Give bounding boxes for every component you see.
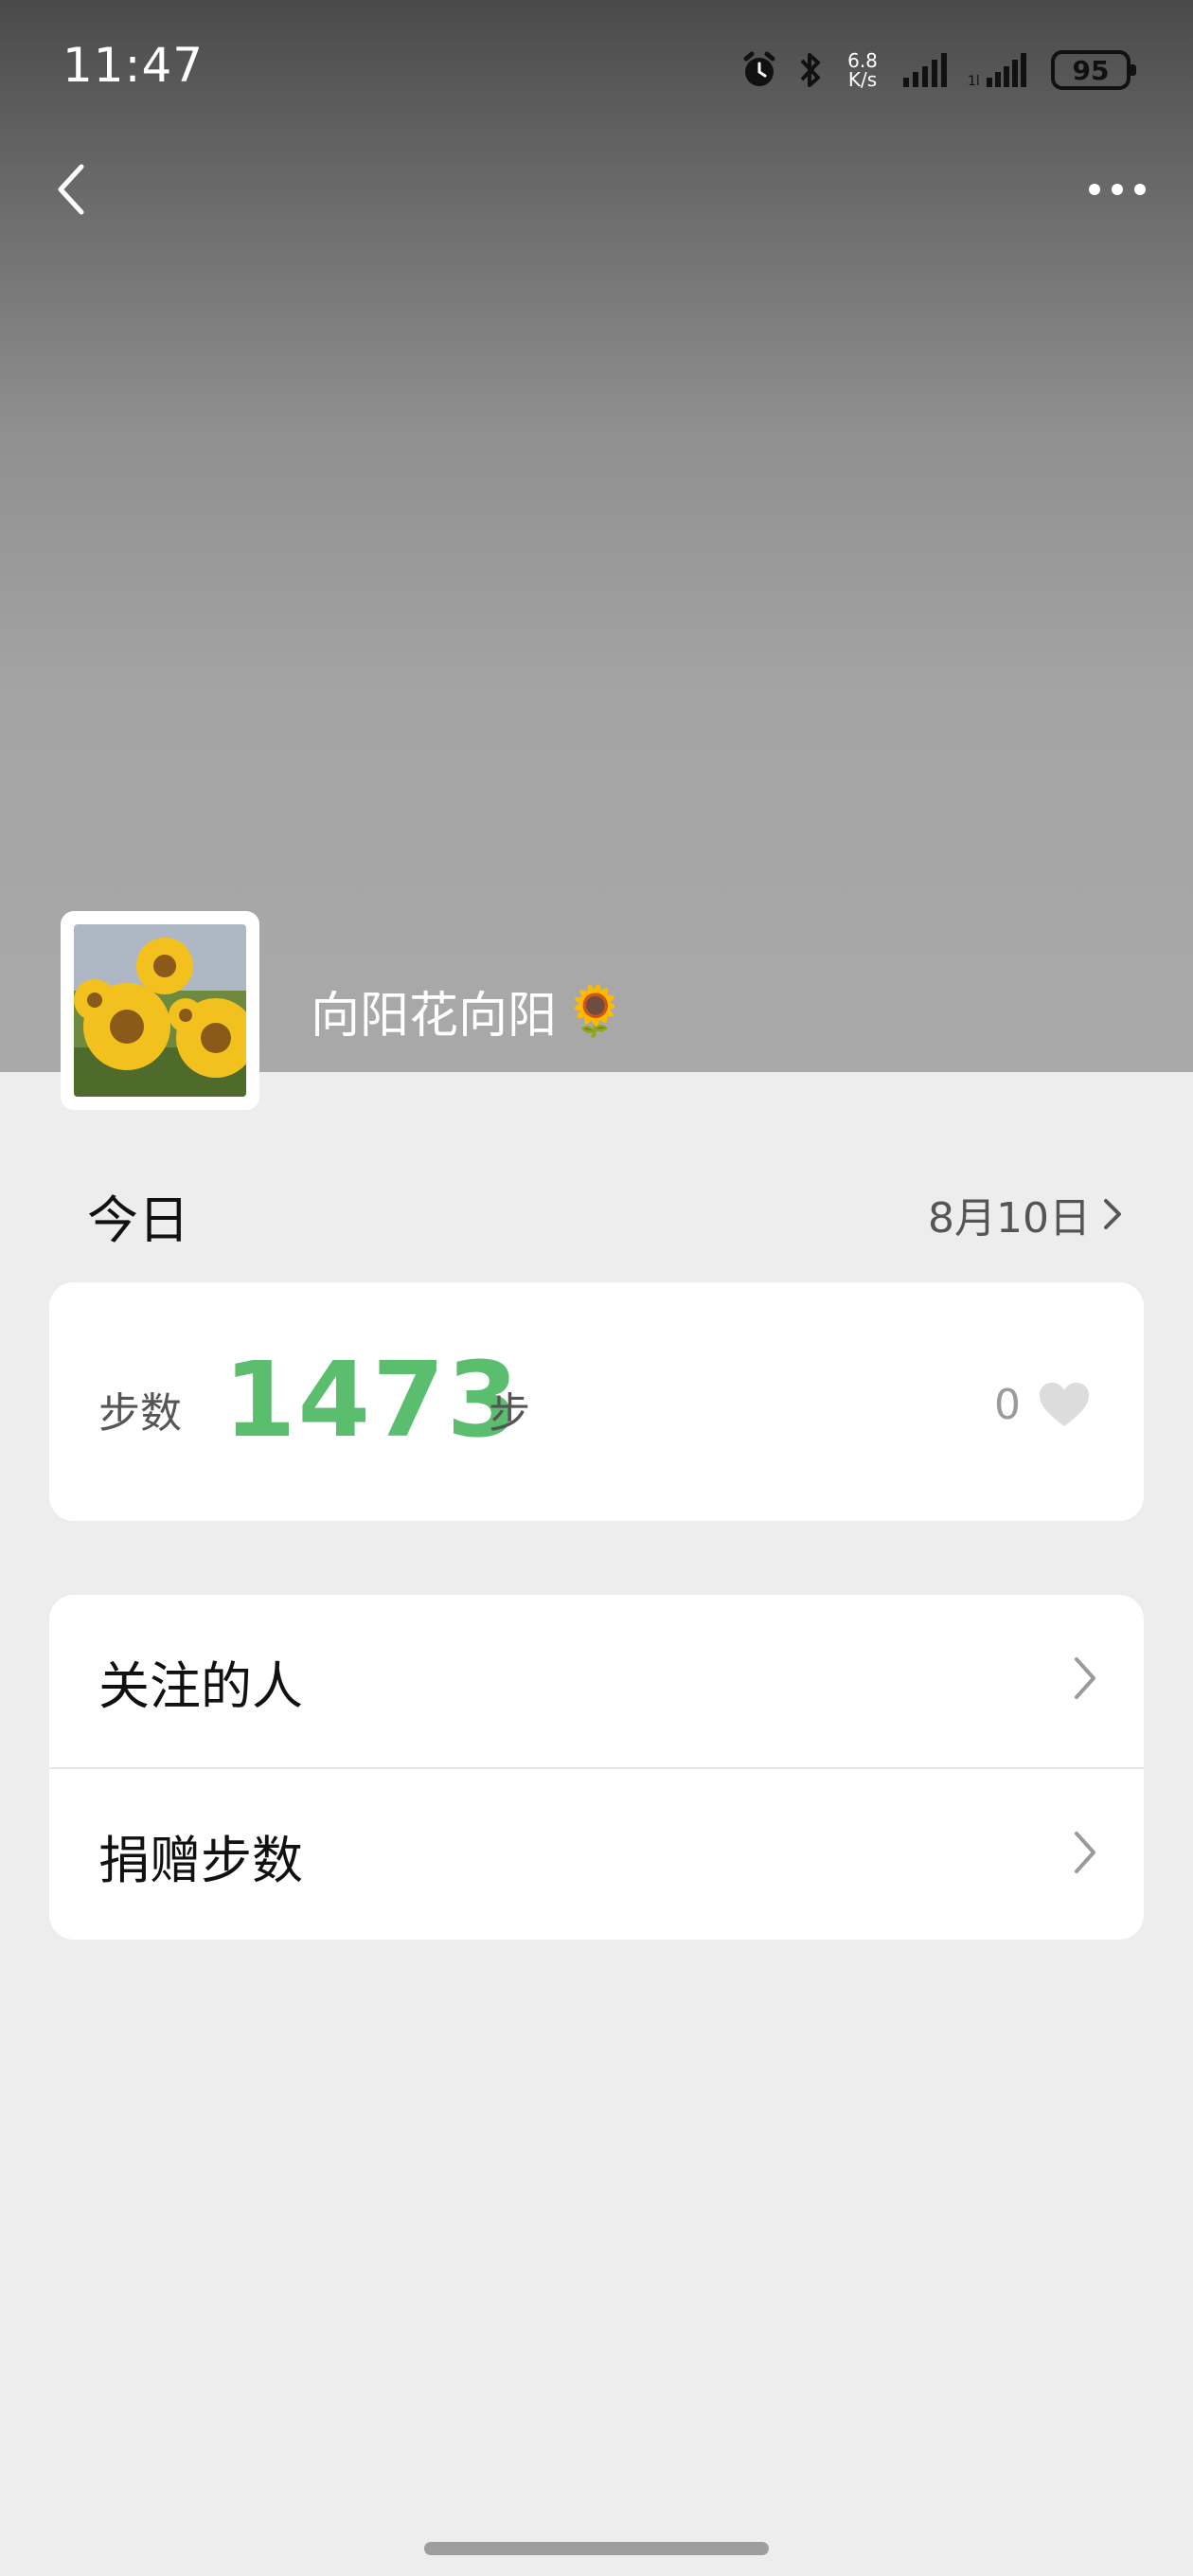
- step-label: 步数: [98, 1389, 182, 1438]
- menu-item-donate-steps[interactable]: 捐赠步数: [49, 1769, 1144, 1940]
- bluetooth-icon: [800, 53, 820, 87]
- step-unit: 步: [489, 1389, 530, 1438]
- date-text: 8月10日: [928, 1194, 1091, 1243]
- menu-item-label: 捐赠步数: [98, 1830, 303, 1890]
- chevron-left-icon: [58, 164, 84, 215]
- battery-indicator: 95: [1051, 50, 1136, 90]
- signal-icon: [903, 53, 947, 87]
- date-selector[interactable]: 8月10日: [928, 1184, 1123, 1244]
- sunflower-avatar-image: [74, 924, 246, 1097]
- menu-item-following[interactable]: 关注的人: [49, 1595, 1144, 1767]
- network-speed: 6.8 K/s: [847, 49, 878, 91]
- username: 向阳花向阳 🌻: [311, 975, 626, 1046]
- like-button[interactable]: [1038, 1381, 1091, 1432]
- like-count: 0: [994, 1381, 1021, 1429]
- signal-icon: 1l: [968, 53, 1026, 89]
- chevron-right-icon: [1075, 1657, 1095, 1699]
- menu-item-label: 关注的人: [98, 1655, 303, 1716]
- home-indicator[interactable]: [424, 2542, 769, 2555]
- chevron-right-icon: [1075, 1832, 1095, 1873]
- step-card: 步数 1473 步 0: [49, 1282, 1144, 1521]
- chevron-right-icon: [1104, 1199, 1121, 1229]
- status-time: 11:47: [62, 38, 205, 93]
- sunflower-emoji: 🌻: [564, 983, 626, 1040]
- alarm-icon: [743, 51, 775, 86]
- avatar[interactable]: [61, 911, 259, 1110]
- svg-text:1l: 1l: [968, 74, 980, 89]
- status-icons: 6.8 K/s 1l 95: [739, 44, 1136, 97]
- today-label: 今日: [87, 1190, 189, 1250]
- back-button[interactable]: [44, 152, 100, 227]
- more-button[interactable]: [1079, 161, 1155, 218]
- heart-icon: [1040, 1383, 1089, 1426]
- step-count: 1473: [223, 1339, 522, 1460]
- username-text: 向阳花向阳: [311, 988, 558, 1045]
- menu-card: 关注的人 捐赠步数: [49, 1595, 1144, 1940]
- more-dots-icon: [1089, 184, 1146, 195]
